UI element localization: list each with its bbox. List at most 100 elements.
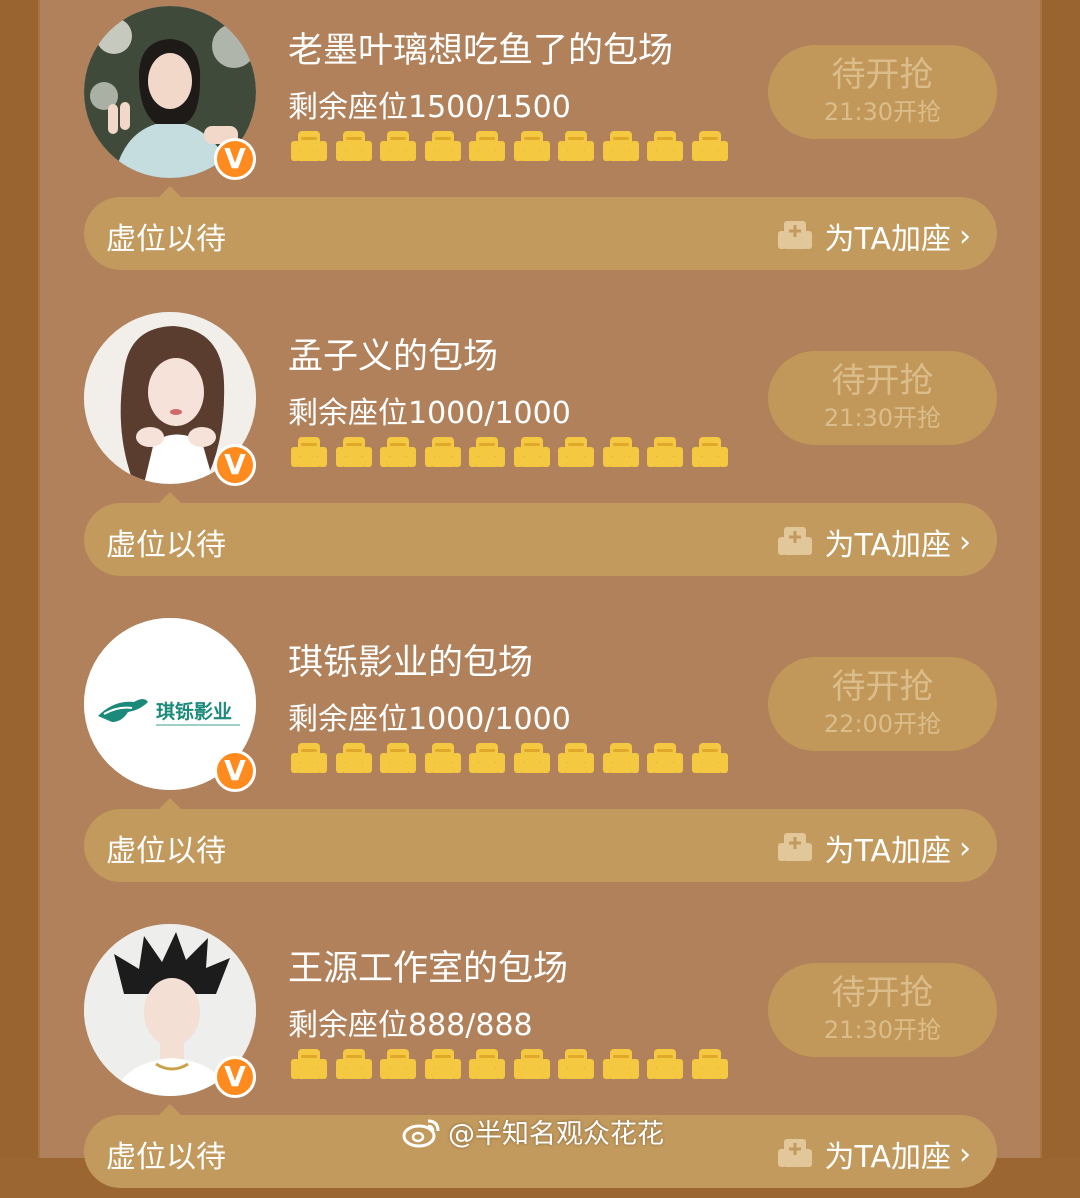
seat-icon — [691, 131, 728, 161]
remaining-seats: 剩余座位888/888 — [288, 1008, 533, 1043]
seat-icon — [647, 437, 683, 467]
seat-icon — [513, 1049, 550, 1079]
seat-icons-row — [290, 1046, 735, 1084]
verified-badge-icon: V — [214, 138, 256, 180]
add-seat-label: 为TA加座 — [824, 834, 951, 869]
screening-title: 老墨叶璃想吃鱼了的包场 — [288, 31, 674, 71]
grab-status: 待开抢 — [831, 667, 934, 707]
chevron-right-icon: › — [959, 524, 971, 560]
vacant-label: 虚位以待 — [106, 528, 226, 563]
add-seat-label: 为TA加座 — [824, 1140, 951, 1175]
seat-icon — [380, 131, 416, 161]
seat-icon — [424, 131, 461, 161]
seat-icon — [691, 437, 728, 467]
seat-icon — [602, 131, 639, 161]
add-seat-icon — [778, 221, 813, 249]
logo-text: 琪铄影业 — [156, 700, 232, 723]
seat-icon — [513, 437, 550, 467]
watermark-text: @半知名观众花花 — [448, 1119, 664, 1150]
add-seat-label: 为TA加座 — [824, 222, 951, 257]
seat-icon — [691, 743, 728, 773]
seat-icon — [513, 743, 550, 773]
seat-icon — [424, 437, 461, 467]
grab-time: 21:30开抢 — [823, 404, 942, 432]
seat-icons-row — [290, 740, 735, 778]
add-seat-icon — [778, 527, 813, 555]
screening-card: V 老墨叶璃想吃鱼了的包场 剩余座位1500/1500 待开抢 21:30开抢 … — [38, 0, 1042, 280]
seat-icon — [335, 131, 372, 161]
seat-icon — [291, 1049, 327, 1079]
seat-icon — [602, 743, 639, 773]
screening-card: V 王源工作室的包场 剩余座位888/888 待开抢 21:30开抢 虚位以待 … — [38, 918, 1042, 1198]
chevron-right-icon: › — [959, 830, 971, 866]
add-seat-label: 为TA加座 — [824, 528, 951, 563]
grab-status: 待开抢 — [831, 55, 934, 95]
grab-time: 21:30开抢 — [823, 1016, 942, 1044]
grab-time: 21:30开抢 — [823, 98, 942, 126]
screening-list-panel: V 老墨叶璃想吃鱼了的包场 剩余座位1500/1500 待开抢 21:30开抢 … — [38, 0, 1042, 1188]
weibo-logo-icon — [402, 1119, 440, 1147]
grab-button[interactable]: 待开抢 21:30开抢 — [768, 351, 997, 445]
grab-button[interactable]: 待开抢 22:00开抢 — [768, 657, 997, 751]
vacant-label: 虚位以待 — [106, 1140, 226, 1175]
grab-button[interactable]: 待开抢 21:30开抢 — [768, 963, 997, 1057]
seat-icon — [602, 437, 639, 467]
screening-card: V 孟子义的包场 剩余座位1000/1000 待开抢 21:30开抢 虚位以待 … — [38, 306, 1042, 586]
screening-card: 琪铄影业 V 琪铄影业的包场 剩余座位1000/1000 待开抢 22:00开抢… — [38, 612, 1042, 892]
screening-title: 王源工作室的包场 — [288, 949, 569, 989]
grab-status: 待开抢 — [831, 973, 934, 1013]
seat-icons-row — [290, 434, 735, 472]
seat-icon — [424, 743, 461, 773]
seat-icon — [291, 437, 327, 467]
seat-icon — [558, 743, 594, 773]
grab-button[interactable]: 待开抢 21:30开抢 — [768, 45, 997, 139]
seat-icon — [424, 1049, 461, 1079]
seat-icon — [380, 437, 416, 467]
seat-icon — [602, 1049, 639, 1079]
seat-icon — [558, 1049, 594, 1079]
seat-icon — [469, 1049, 505, 1079]
seat-icon — [513, 131, 550, 161]
add-seat-button[interactable]: 为TA加座 › — [776, 214, 971, 258]
seat-icon — [291, 131, 327, 161]
verified-badge-icon: V — [214, 1056, 256, 1098]
seat-icon — [558, 131, 594, 161]
add-seat-button[interactable]: 为TA加座 › — [776, 520, 971, 564]
seat-icon — [380, 1049, 416, 1079]
seat-icon — [291, 743, 327, 773]
vacant-label: 虚位以待 — [106, 222, 226, 257]
seat-icon — [469, 437, 505, 467]
add-seat-icon — [778, 833, 813, 861]
add-seat-button[interactable]: 为TA加座 › — [776, 826, 971, 870]
screening-title: 孟子义的包场 — [288, 337, 499, 377]
vacant-label: 虚位以待 — [106, 834, 226, 869]
vacant-seat-bar[interactable]: 虚位以待 为TA加座 › — [84, 503, 997, 576]
seat-icon — [469, 743, 505, 773]
left-frame — [0, 0, 38, 1158]
grab-time: 22:00开抢 — [823, 710, 942, 738]
chevron-right-icon: › — [959, 1136, 971, 1172]
verified-badge-icon: V — [214, 750, 256, 792]
seat-icon — [691, 1049, 728, 1079]
seat-icon — [558, 437, 594, 467]
weibo-watermark: @半知名观众花花 — [402, 1112, 664, 1151]
seat-icon — [335, 1049, 372, 1079]
seat-icon — [647, 131, 683, 161]
seat-icons-row — [290, 128, 735, 166]
vacant-seat-bar[interactable]: 虚位以待 为TA加座 › — [84, 809, 997, 882]
verified-badge-icon: V — [214, 444, 256, 486]
vacant-seat-bar[interactable]: 虚位以待 为TA加座 › — [84, 197, 997, 270]
remaining-seats: 剩余座位1000/1000 — [288, 396, 571, 431]
add-seat-button[interactable]: 为TA加座 › — [776, 1132, 971, 1176]
seat-icon — [647, 743, 683, 773]
seat-icon — [469, 131, 505, 161]
seat-icon — [380, 743, 416, 773]
grab-status: 待开抢 — [831, 361, 934, 401]
remaining-seats: 剩余座位1500/1500 — [288, 90, 571, 125]
seat-icon — [335, 437, 372, 467]
remaining-seats: 剩余座位1000/1000 — [288, 702, 571, 737]
screening-title: 琪铄影业的包场 — [288, 643, 534, 683]
seat-icon — [335, 743, 372, 773]
seat-icon — [647, 1049, 683, 1079]
right-frame — [1042, 0, 1080, 1158]
